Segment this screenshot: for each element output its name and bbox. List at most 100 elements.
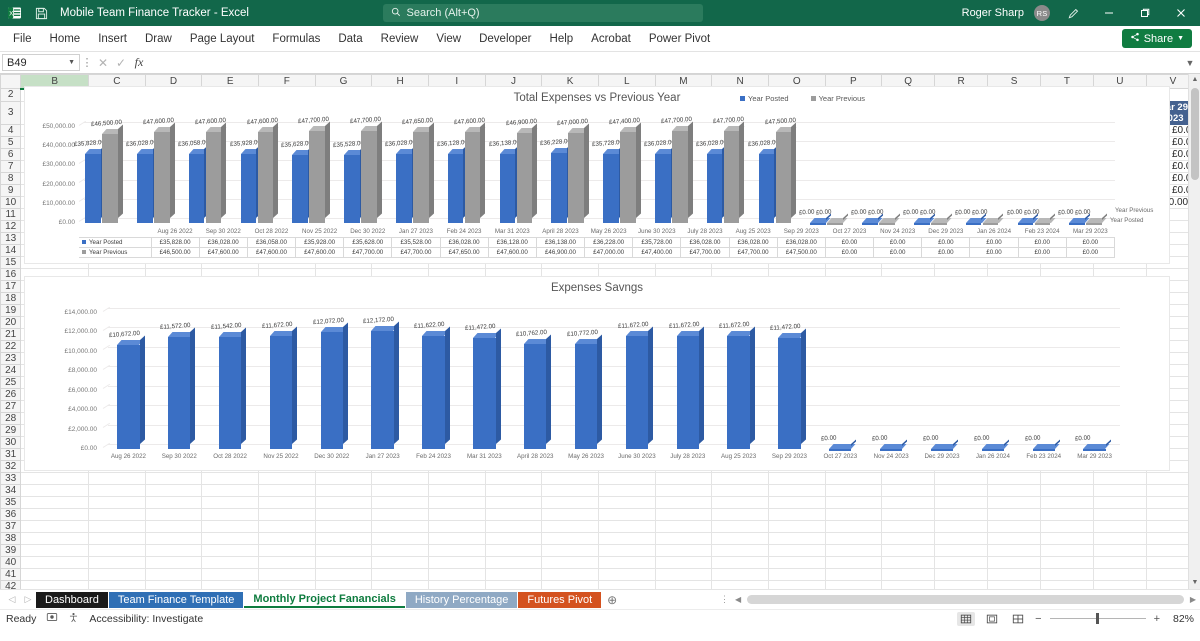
scroll-right-icon[interactable]: ▶ <box>1190 595 1196 604</box>
cell[interactable] <box>935 568 988 580</box>
cell[interactable] <box>1041 556 1094 568</box>
bar-year-posted[interactable] <box>344 150 360 223</box>
normal-view-icon[interactable] <box>957 612 975 626</box>
ribbon-tab-file[interactable]: File <box>4 30 41 48</box>
cell[interactable] <box>258 484 315 496</box>
close-icon[interactable] <box>1168 2 1194 24</box>
cell[interactable] <box>1093 496 1146 508</box>
cell[interactable] <box>542 520 599 532</box>
cell[interactable] <box>542 580 599 589</box>
cell[interactable] <box>1041 544 1094 556</box>
cell[interactable] <box>21 508 89 520</box>
cell[interactable] <box>712 568 769 580</box>
ribbon-tab-page-layout[interactable]: Page Layout <box>181 30 264 48</box>
cell[interactable] <box>1041 484 1094 496</box>
bar-savings[interactable] <box>880 444 902 449</box>
cell[interactable] <box>1093 508 1146 520</box>
cell[interactable] <box>372 556 429 568</box>
bar-year-previous[interactable] <box>206 127 222 223</box>
row-header-26[interactable]: 26 <box>1 388 21 400</box>
cell[interactable] <box>935 520 988 532</box>
row-header-27[interactable]: 27 <box>1 400 21 412</box>
cell[interactable] <box>768 496 825 508</box>
row-header-37[interactable]: 37 <box>1 520 21 532</box>
cell[interactable] <box>882 472 935 484</box>
bar-year-posted[interactable] <box>500 149 516 223</box>
cell[interactable] <box>89 580 146 589</box>
cell[interactable] <box>768 484 825 496</box>
cell[interactable] <box>89 532 146 544</box>
cell[interactable] <box>598 520 655 532</box>
cell[interactable] <box>202 484 259 496</box>
row-header-7[interactable]: 7 <box>1 160 21 172</box>
bar-year-previous[interactable] <box>1035 218 1051 223</box>
cell[interactable] <box>202 472 259 484</box>
cancel-icon[interactable]: ✕ <box>94 56 112 70</box>
legend-item-year-previous[interactable]: Year Previous <box>811 94 865 103</box>
chart-total-expenses-vs-previous-year[interactable]: Total Expenses vs Previous Year Year Pos… <box>24 86 1170 264</box>
bar-year-previous[interactable] <box>465 127 481 223</box>
bar-year-previous[interactable] <box>1086 218 1102 223</box>
cell[interactable] <box>1041 508 1094 520</box>
chevron-left-icon[interactable]: ◁ <box>4 594 20 605</box>
cell[interactable] <box>768 472 825 484</box>
bar-savings[interactable] <box>575 339 597 449</box>
cell[interactable] <box>655 472 712 484</box>
cell[interactable] <box>315 532 372 544</box>
cell[interactable] <box>372 508 429 520</box>
bar-year-previous[interactable] <box>672 126 688 223</box>
bar-year-posted[interactable] <box>914 218 930 223</box>
row-header-22[interactable]: 22 <box>1 340 21 352</box>
bar-savings[interactable] <box>270 331 292 449</box>
cell[interactable] <box>372 580 429 589</box>
cell[interactable] <box>485 568 542 580</box>
cell[interactable] <box>882 580 935 589</box>
cell[interactable] <box>825 520 882 532</box>
ribbon-tab-insert[interactable]: Insert <box>89 30 136 48</box>
cell[interactable] <box>825 544 882 556</box>
cell[interactable] <box>145 508 202 520</box>
cell[interactable] <box>825 484 882 496</box>
vertical-scrollbar[interactable]: ▲ ▼ <box>1188 74 1200 589</box>
cell[interactable] <box>21 484 89 496</box>
zoom-thumb[interactable] <box>1096 613 1099 624</box>
row-header-30[interactable]: 30 <box>1 436 21 448</box>
cell[interactable] <box>428 508 485 520</box>
cell[interactable] <box>825 568 882 580</box>
cell[interactable] <box>372 532 429 544</box>
cell[interactable] <box>1093 556 1146 568</box>
bar-year-posted[interactable] <box>1018 218 1034 223</box>
cell[interactable] <box>145 484 202 496</box>
cell[interactable] <box>935 496 988 508</box>
bar-year-posted[interactable] <box>603 149 619 223</box>
cell[interactable] <box>542 568 599 580</box>
row-header-40[interactable]: 40 <box>1 556 21 568</box>
cell[interactable] <box>598 484 655 496</box>
cell[interactable] <box>21 556 89 568</box>
chevron-down-icon[interactable]: ▼ <box>1182 58 1198 68</box>
cell[interactable] <box>768 532 825 544</box>
cell[interactable] <box>145 472 202 484</box>
sheet-tab-team-finance-template[interactable]: Team Finance Template <box>109 592 244 608</box>
cell[interactable] <box>315 484 372 496</box>
fx-icon[interactable]: fx <box>130 55 148 70</box>
bar-year-posted[interactable] <box>85 149 101 223</box>
bar-savings[interactable] <box>829 444 851 449</box>
bar-year-previous[interactable] <box>724 126 740 223</box>
bar-savings[interactable] <box>626 331 648 449</box>
cell[interactable] <box>428 556 485 568</box>
cell[interactable] <box>485 496 542 508</box>
cell[interactable] <box>1093 580 1146 589</box>
cell[interactable] <box>372 520 429 532</box>
cell[interactable] <box>988 472 1041 484</box>
cell[interactable] <box>655 580 712 589</box>
bar-savings[interactable] <box>117 340 139 449</box>
bar-year-previous[interactable] <box>931 218 947 223</box>
cell[interactable] <box>988 496 1041 508</box>
accessibility-icon[interactable] <box>68 612 79 626</box>
cell[interactable] <box>202 568 259 580</box>
bar-year-previous[interactable] <box>154 127 170 223</box>
cell[interactable] <box>1041 580 1094 589</box>
confirm-icon[interactable]: ✓ <box>112 56 130 70</box>
cell[interactable] <box>372 472 429 484</box>
